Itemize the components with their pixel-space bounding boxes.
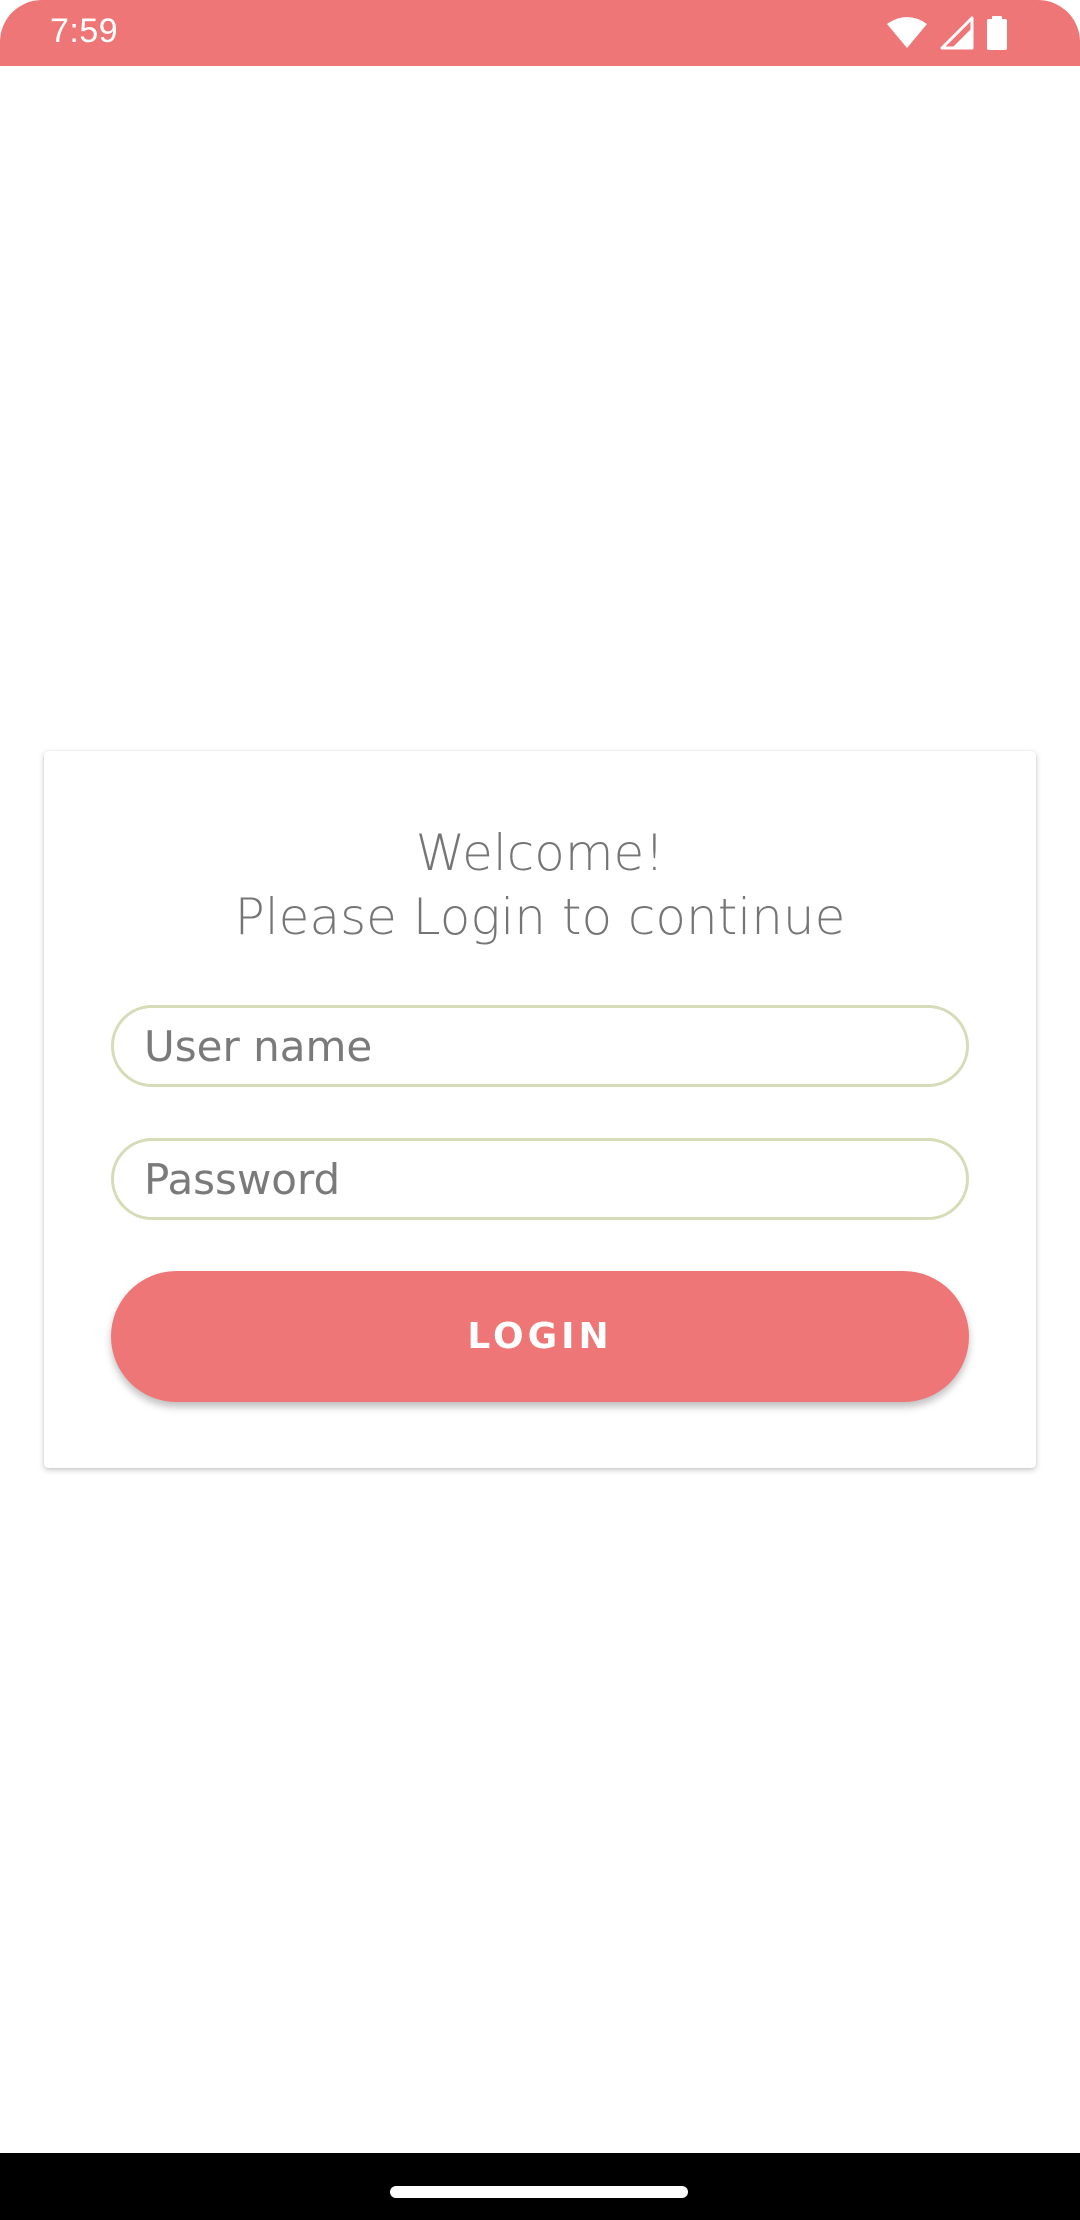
login-screen: 7:59 Welcome! Please Login to continue U…	[0, 0, 1080, 2220]
welcome-subtitle: Please Login to continue	[234, 888, 846, 946]
wifi-icon	[886, 17, 928, 49]
status-time: 7:59	[50, 12, 119, 50]
password-field[interactable]	[111, 1138, 969, 1220]
cell-signal-icon	[940, 16, 974, 50]
login-card: Welcome! Please Login to continue LOGIN	[44, 751, 1036, 1468]
username-input[interactable]	[114, 1008, 966, 1084]
status-icons	[886, 16, 1008, 50]
username-field[interactable]	[111, 1005, 969, 1087]
battery-icon	[986, 16, 1008, 50]
welcome-title: Welcome!	[415, 824, 665, 882]
home-handle[interactable]	[390, 2186, 688, 2198]
login-button[interactable]: LOGIN	[111, 1271, 969, 1402]
welcome-message: Welcome! Please Login to continue	[44, 821, 1036, 949]
status-bar: 7:59	[0, 0, 1080, 66]
password-input[interactable]	[114, 1141, 966, 1217]
navigation-bar	[0, 2153, 1080, 2220]
